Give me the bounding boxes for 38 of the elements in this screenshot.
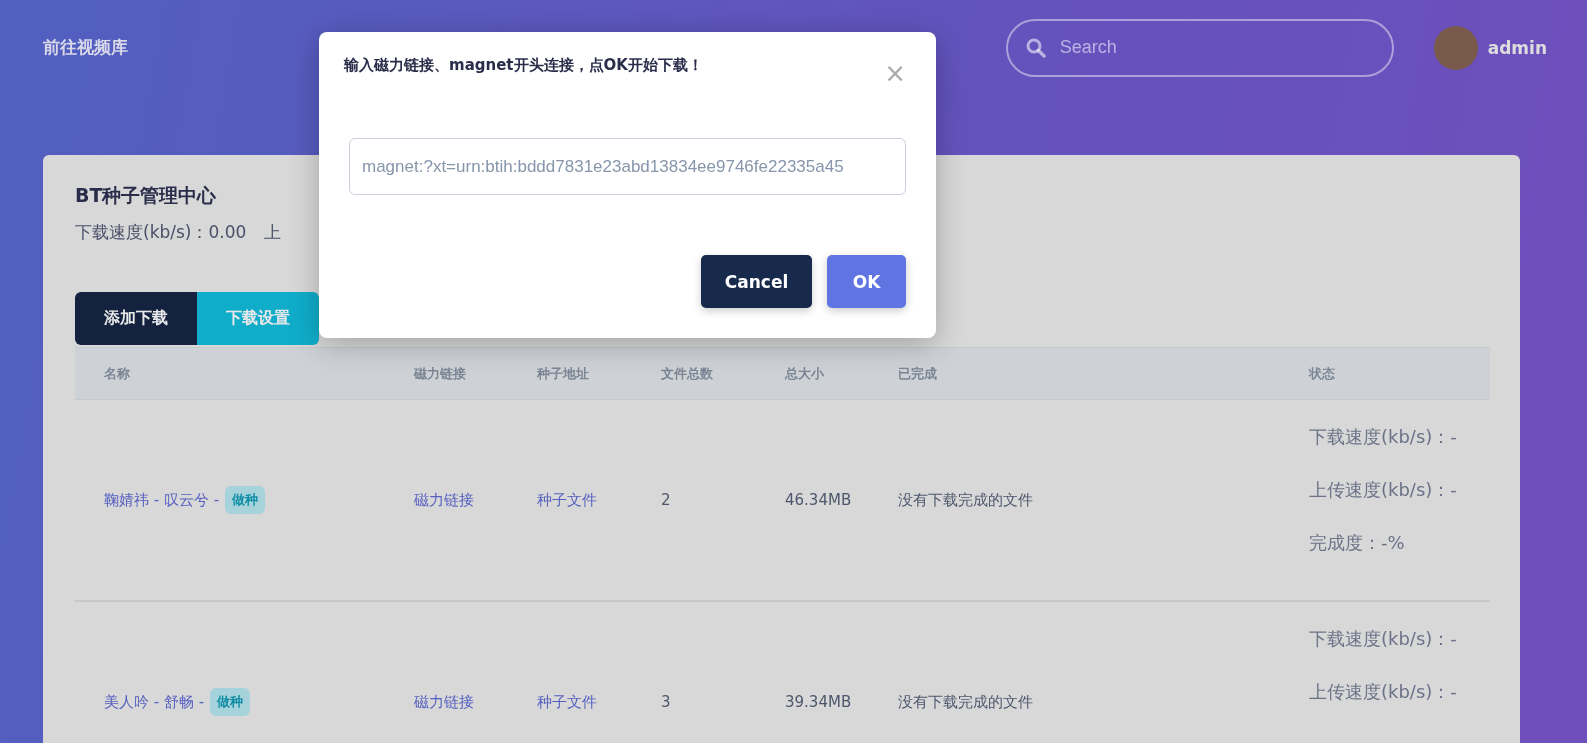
status-text: 上传速度(kb/s)：-: [1309, 680, 1458, 704]
magnet-link[interactable]: 磁力链接: [414, 692, 474, 712]
ok-button[interactable]: OK: [827, 255, 906, 308]
torrent-file-link[interactable]: 种子文件: [537, 490, 597, 510]
cancel-button[interactable]: Cancel: [701, 255, 812, 308]
status-text: 完成度：-%: [1309, 531, 1406, 555]
dialog-title: 输入磁力链接、magnet开头连接，点OK开始下载！: [344, 56, 703, 75]
search-icon: [1025, 37, 1046, 58]
magnet-link[interactable]: 磁力链接: [414, 490, 474, 510]
download-speed-text: 下载速度(kb/s)：0.00: [75, 221, 247, 244]
toolbar-button[interactable]: 下载设置: [197, 292, 319, 345]
user-name[interactable]: admin: [1487, 37, 1547, 58]
table-cell: 2: [661, 491, 671, 509]
column-header: 总大小: [785, 364, 825, 383]
torrent-name-link[interactable]: 鞠婧祎 - 叹云兮 -: [104, 490, 220, 510]
status-text: 下载速度(kb/s)：-: [1309, 627, 1458, 651]
column-header: 磁力链接: [414, 364, 467, 383]
toolbar-button[interactable]: 添加下载: [75, 292, 197, 345]
status-text: 下载速度(kb/s)：-: [1309, 425, 1458, 449]
seeding-tag: 做种: [210, 688, 251, 716]
magnet-input-field[interactable]: magnet:?xt=urn:btih:bddd7831e23abd13834ee9746fe22335a45: [349, 138, 906, 195]
close-button[interactable]: ×: [884, 60, 906, 86]
table-cell: 46.34MB: [785, 491, 852, 509]
status-text: 上传速度(kb/s)：-: [1309, 478, 1458, 502]
table-cell: 3: [661, 693, 671, 711]
column-header: 已完成: [898, 364, 938, 383]
table-cell: 没有下载完成的文件: [898, 490, 1033, 510]
column-header: 文件总数: [661, 364, 714, 383]
torrent-name-link[interactable]: 美人吟 - 舒畅 -: [104, 692, 205, 712]
column-header: 名称: [104, 364, 131, 383]
torrent-file-link[interactable]: 种子文件: [537, 692, 597, 712]
table-cell: 39.34MB: [785, 693, 852, 711]
seeding-tag: 做种: [225, 486, 266, 514]
table-cell: 没有下载完成的文件: [898, 692, 1033, 712]
column-header: 种子地址: [537, 364, 590, 383]
upload-speed-text: 上: [264, 221, 282, 244]
card-title: BT种子管理中心: [75, 183, 218, 208]
column-header: 状态: [1309, 364, 1336, 383]
